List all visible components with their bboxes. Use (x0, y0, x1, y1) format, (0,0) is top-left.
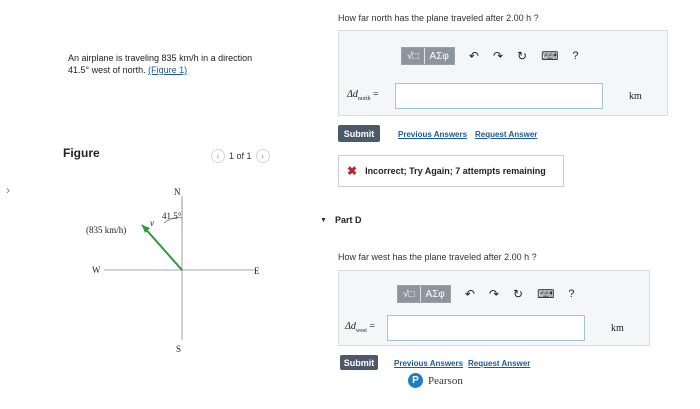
reset-icon[interactable]: ↻ (513, 287, 523, 301)
part-c-previous-answers-link[interactable]: Previous Answers (398, 130, 467, 139)
radical-template-button[interactable]: √□ (402, 48, 425, 64)
angle-label: 41.5° (162, 211, 182, 221)
redo-icon[interactable]: ↷ (493, 49, 503, 63)
greek-symbols-button[interactable]: ΑΣφ (424, 48, 454, 64)
part-c-answer-card: √□ ΑΣφ ↶ ↷ ↻ ⌨ ? Δdnorth = km (338, 30, 668, 116)
part-c-request-answer-link[interactable]: Request Answer (475, 130, 537, 139)
figure-link[interactable]: (Figure 1) (148, 65, 187, 75)
figure-heading: Figure (63, 146, 100, 160)
problem-text-line1: An airplane is traveling 835 km/h in a d… (68, 53, 253, 63)
pearson-brand-text: Pearson (428, 374, 463, 387)
part-d-question: How far west has the plane traveled afte… (338, 252, 537, 262)
greek-symbols-button[interactable]: ΑΣφ (420, 286, 450, 302)
part-d-previous-answers-link[interactable]: Previous Answers (394, 359, 463, 368)
reset-icon[interactable]: ↻ (517, 49, 527, 63)
part-d-request-answer-link[interactable]: Request Answer (468, 359, 530, 368)
undo-icon[interactable]: ↶ (469, 49, 479, 63)
speed-label: (835 km/h) (86, 225, 126, 235)
east-label: E (254, 266, 260, 276)
chevron-right-icon[interactable]: › (255, 149, 270, 163)
velocity-vector (141, 224, 183, 271)
pearson-logo: P Pearson (408, 373, 463, 388)
south-label: S (176, 344, 181, 354)
error-x-icon: ✖ (347, 164, 358, 178)
part-d-unit: km (611, 323, 624, 334)
expand-arrow-icon[interactable]: › (6, 183, 10, 197)
chevron-left-icon[interactable]: ‹ (211, 149, 225, 163)
collapse-caret-icon[interactable]: ▼ (320, 217, 327, 224)
west-label: W (92, 265, 101, 275)
compass-figure: N S E W v (835 km/h) 41.5° (86, 187, 260, 354)
help-button[interactable]: ? (572, 50, 578, 62)
problem-text-line2: 41.5° west of north. (68, 65, 149, 75)
keyboard-icon[interactable]: ⌨ (541, 49, 558, 63)
part-d-answer-card: √□ ΑΣφ ↶ ↷ ↻ ⌨ ? Δdwest = km (338, 270, 650, 346)
part-d-answer-input[interactable] (387, 315, 585, 341)
part-c-feedback: ✖ Incorrect; Try Again; 7 attempts remai… (338, 155, 564, 187)
part-c-question: How far north has the plane traveled aft… (338, 13, 539, 23)
part-c-answer-label: Δdnorth = (347, 89, 379, 102)
problem-statement: An airplane is traveling 835 km/h in a d… (68, 52, 288, 76)
questions-panel: How far north has the plane traveled aft… (318, 0, 700, 409)
keyboard-icon[interactable]: ⌨ (537, 287, 554, 301)
feedback-text: Incorrect; Try Again; 7 attempts remaini… (365, 166, 546, 176)
part-c-answer-input[interactable] (395, 83, 603, 109)
figure-pager: ‹ 1 of 1 › (211, 149, 270, 163)
pager-text: 1 of 1 (229, 151, 252, 161)
part-d-toolbar: √□ ΑΣφ ↶ ↷ ↻ ⌨ ? (397, 285, 575, 303)
part-d-answer-label: Δdwest = (345, 321, 376, 334)
part-c-submit-button[interactable]: Submit (338, 125, 380, 142)
pearson-p-icon: P (408, 373, 423, 388)
vector-symbol: v (150, 218, 154, 228)
part-d-template-group: √□ ΑΣφ (397, 285, 451, 303)
redo-icon[interactable]: ↷ (489, 287, 499, 301)
help-button[interactable]: ? (568, 288, 574, 300)
part-d-title: Part D (334, 215, 362, 225)
problem-panel: An airplane is traveling 835 km/h in a d… (38, 0, 298, 409)
north-label: N (174, 187, 181, 197)
part-c-template-group: √□ ΑΣφ (401, 47, 455, 65)
radical-template-button[interactable]: √□ (398, 286, 421, 302)
undo-icon[interactable]: ↶ (465, 287, 475, 301)
part-d-submit-button[interactable]: Submit (340, 355, 378, 370)
part-c-toolbar: √□ ΑΣφ ↶ ↷ ↻ ⌨ ? (401, 47, 579, 65)
part-d-header[interactable]: ▼ Part D (320, 215, 361, 225)
part-c-unit: km (629, 91, 642, 102)
